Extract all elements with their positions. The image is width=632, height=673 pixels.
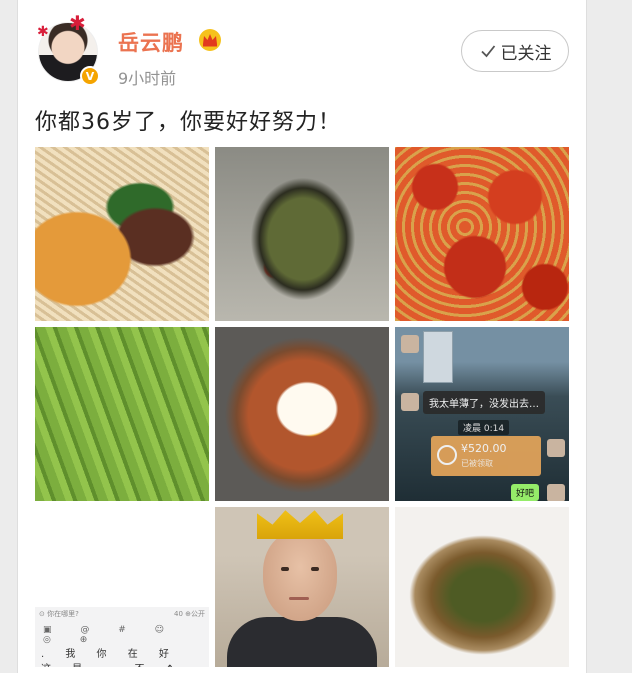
keyboard-hint: ⊙ 你在哪里?: [39, 610, 79, 618]
man-body: [227, 617, 377, 667]
chat-time: 凌晨 0:14: [458, 420, 510, 435]
post-image-century-egg-with-peppers[interactable]: [215, 147, 389, 321]
post-image-man-with-paper-crown[interactable]: [215, 507, 389, 667]
transfer-note: 已被领取: [461, 459, 493, 468]
chat-reply: 好吧: [511, 484, 540, 501]
chat-avatar: [401, 393, 419, 411]
red-packet-transfer: ¥520.00 已被领取: [431, 436, 541, 476]
transfer-check-icon: [437, 445, 457, 465]
post-image-fried-egg-rice-bowl[interactable]: [215, 327, 389, 501]
follow-button-label: 已关注: [500, 43, 552, 64]
chat-message: 我太单薄了，没发出去…: [423, 391, 545, 414]
post-text: 你都36岁了，你要好好努力！: [35, 110, 341, 135]
check-icon: [480, 45, 495, 58]
man-mouth: [289, 597, 309, 600]
post-image-keyboard-screenshot[interactable]: ⊙ 你在哪里? 40 ⊕公开 ▣ @ # ☺ ◎ ⊕ . 我 你 在 好 这 是…: [35, 507, 209, 667]
man-eye: [281, 567, 289, 571]
weibo-post-card: ✱ ✱ V 岳云鹏 9小时前 已关注 你都36岁了，你要好好努力！ 我太单薄了，…: [17, 0, 587, 673]
post-image-crayfish[interactable]: [395, 147, 569, 321]
keyboard-toolbar-icons: ▣ @ # ☺ ◎ ⊕: [43, 625, 178, 645]
verified-badge-icon: V: [80, 66, 100, 86]
keyboard-area: ⊙ 你在哪里? 40 ⊕公开 ▣ @ # ☺ ◎ ⊕ . 我 你 在 好 这 是…: [35, 607, 209, 667]
keyboard-candidates: . 我 你 在 好 这 是 一 不 ↑ ⌄: [41, 649, 178, 667]
paper-crown: [257, 510, 343, 539]
chat-avatar: [401, 335, 419, 353]
post-image-edamame[interactable]: [35, 327, 209, 501]
image-grid: 我太单薄了，没发出去… 凌晨 0:14 ¥520.00 已被领取 好吧 ⊙ 你在…: [35, 147, 570, 667]
chat-avatar: [547, 484, 565, 501]
post-image-wechat-chat-screenshot[interactable]: 我太单薄了，没发出去… 凌晨 0:14 ¥520.00 已被领取 好吧: [395, 327, 569, 501]
chat-avatar: [547, 439, 565, 457]
post-image-noodles-with-beef[interactable]: [35, 147, 209, 321]
user-avatar[interactable]: ✱ ✱ V: [35, 13, 101, 86]
man-eye: [311, 567, 319, 571]
star-decoration-icon: ✱: [69, 11, 86, 35]
follow-button[interactable]: 已关注: [461, 30, 569, 72]
transfer-amount: ¥520.00: [461, 442, 507, 455]
username[interactable]: 岳云鹏: [118, 27, 184, 57]
keyboard-public-label: 40 ⊕公开: [174, 610, 205, 618]
post-image-stir-fried-noodles[interactable]: [395, 507, 569, 667]
star-decoration-icon: ✱: [37, 24, 49, 40]
chat-image-thumbnail: [423, 331, 453, 383]
man-face: [263, 531, 337, 621]
crown-member-icon[interactable]: [198, 29, 222, 51]
post-timestamp: 9小时前: [118, 69, 177, 88]
